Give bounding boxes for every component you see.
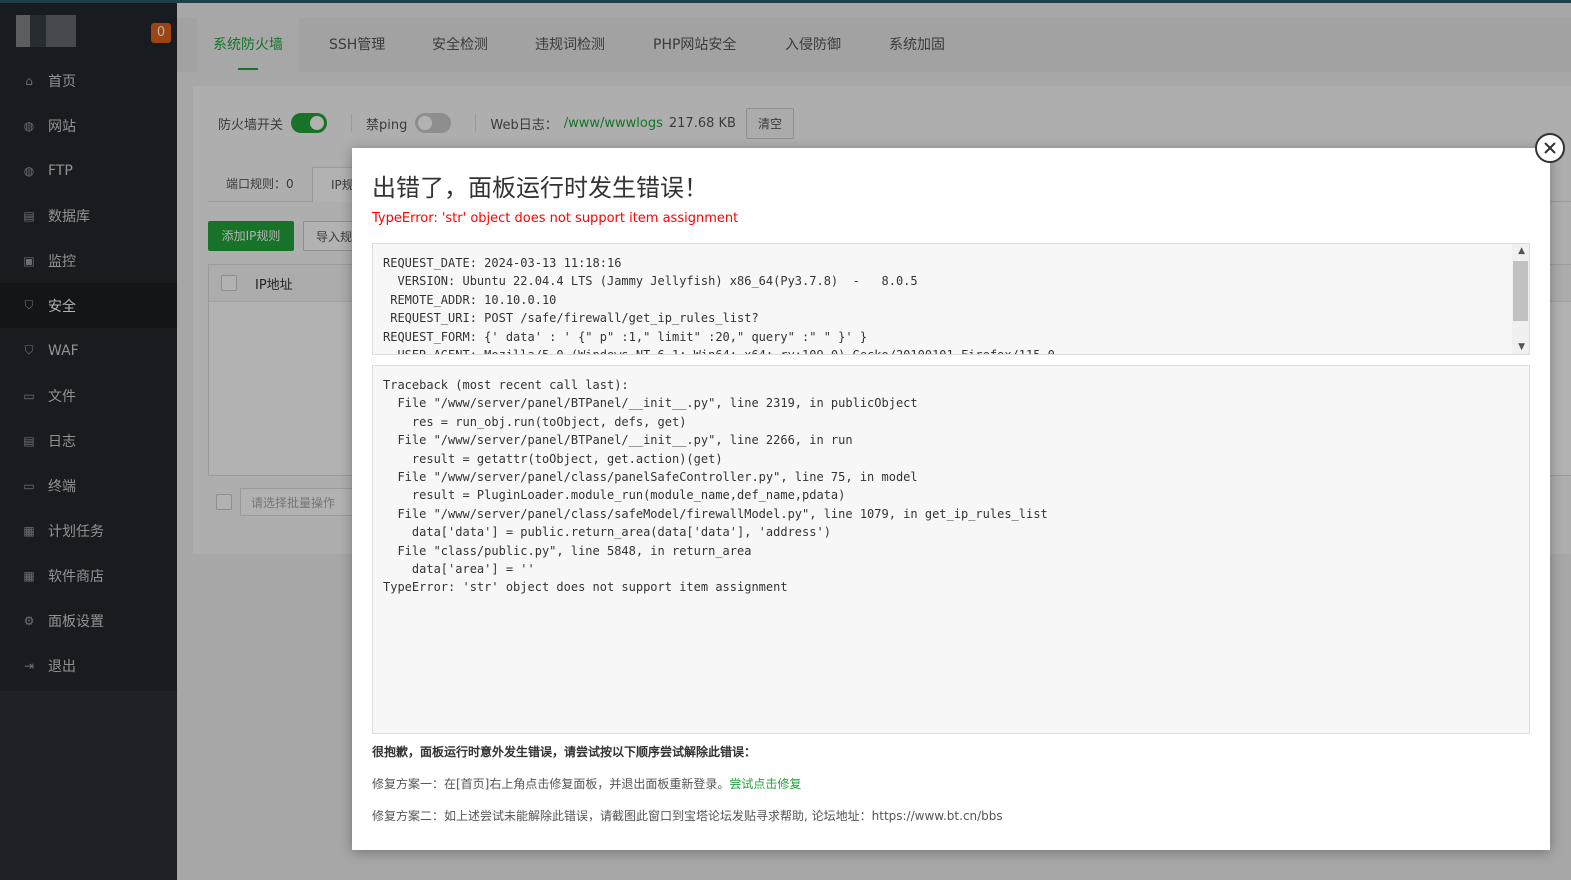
error-dialog: 出错了，面板运行时发生错误！ TypeError: 'str' object d…	[352, 148, 1550, 850]
request-info-box[interactable]: REQUEST_DATE: 2024-03-13 11:18:16 VERSIO…	[372, 243, 1530, 355]
traceback-text: Traceback (most recent call last): File …	[383, 378, 1048, 595]
sorry-tip: 很抱歉，面板运行时意外发生错误，请尝试按以下顺序尝试解除此错误：	[372, 745, 757, 759]
error-message: TypeError: 'str' object does not support…	[372, 211, 739, 226]
request-scrollbar[interactable]: ▲ ▼	[1512, 244, 1529, 354]
close-icon	[1544, 142, 1556, 154]
fix-tip-one: 修复方案一：在[首页]右上角点击修复面板，并退出面板重新登录。尝试点击修复	[372, 775, 801, 792]
scroll-down-icon[interactable]: ▼	[1518, 342, 1525, 352]
scroll-thumb[interactable]	[1513, 261, 1528, 321]
fix-tip-two: 修复方案二：如上述尝试未能解除此错误，请截图此窗口到宝塔论坛发贴寻求帮助, 论坛…	[372, 809, 1003, 823]
try-repair-link[interactable]: 尝试点击修复	[729, 777, 801, 791]
close-dialog-button[interactable]	[1535, 133, 1565, 163]
fix-tip-one-text: 修复方案一：在[首页]右上角点击修复面板，并退出面板重新登录。	[372, 777, 730, 791]
error-title: 出错了，面板运行时发生错误！	[372, 174, 708, 202]
scroll-up-icon[interactable]: ▲	[1518, 246, 1525, 256]
request-info-text: REQUEST_DATE: 2024-03-13 11:18:16 VERSIO…	[383, 256, 1055, 354]
traceback-box: Traceback (most recent call last): File …	[372, 365, 1530, 734]
